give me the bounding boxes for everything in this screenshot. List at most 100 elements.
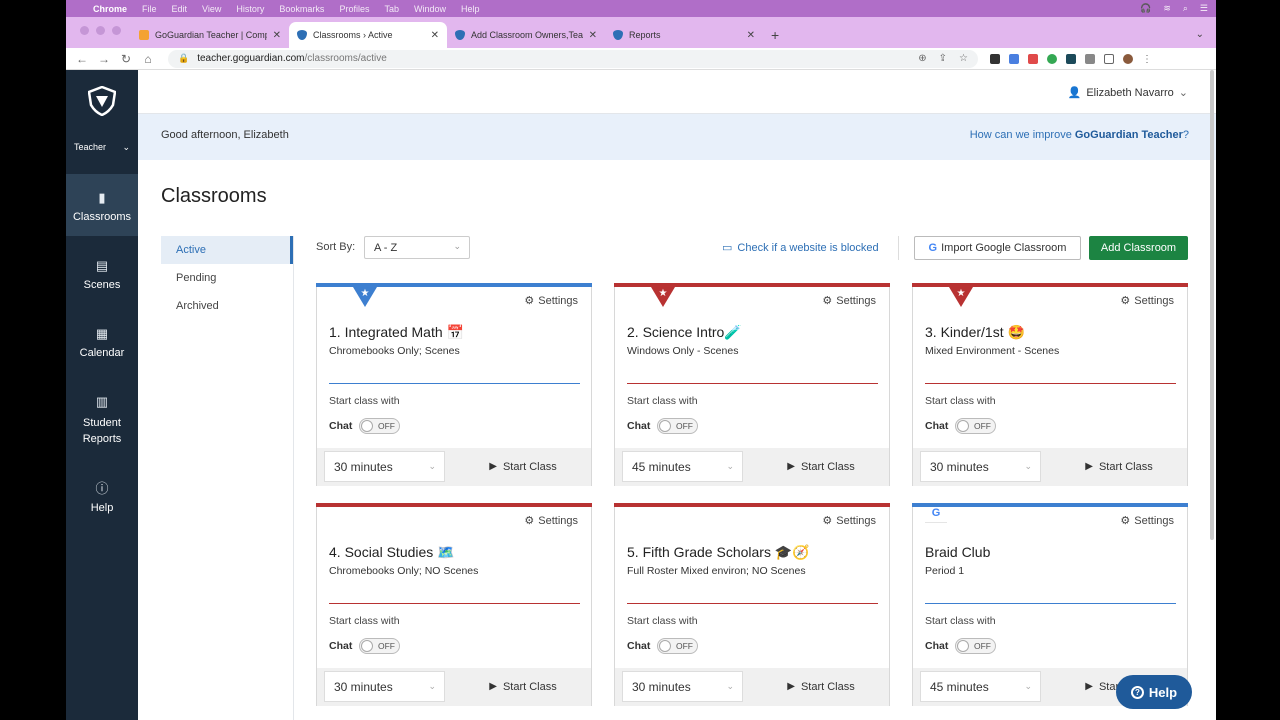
feedback-brand: GoGuardian Teacher [1074,129,1183,141]
add-classroom-button[interactable]: Add Classroom [1089,236,1188,260]
role-selector[interactable]: Teacher ⌄ [66,142,138,153]
tab-archived[interactable]: Archived [161,292,293,320]
sort-label: Sort By: [316,241,356,253]
favorite-star-icon[interactable]: ★ [651,287,675,307]
menu-bookmarks[interactable]: Bookmarks [279,4,324,14]
more-icon[interactable]: ⋮ [1142,54,1152,65]
extension-icon[interactable] [1028,53,1038,64]
close-tab-icon[interactable]: ✕ [273,30,281,41]
chat-toggle[interactable]: OFF [359,638,400,654]
menu-edit[interactable]: Edit [172,4,188,14]
zoom-window-button[interactable] [112,26,121,35]
url-input[interactable]: 🔒 teacher.goguardian.com/classrooms/acti… [168,49,978,68]
start-class-button[interactable]: ▶ Start Class [755,671,887,702]
bookmark-star-icon[interactable]: ☆ [959,53,968,64]
tab-active[interactable]: Active [161,236,293,264]
classroom-name[interactable]: 5. Fifth Grade Scholars 🎓🧭 [627,544,810,561]
settings-button[interactable]: ⚙ Settings [524,514,578,528]
duration-select[interactable]: 45 minutes ⌄ [622,451,743,482]
settings-button[interactable]: ⚙ Settings [822,514,876,528]
menu-help[interactable]: Help [461,4,480,14]
start-class-button[interactable]: ▶ Start Class [457,671,589,702]
extension-icon[interactable] [1009,53,1019,64]
chat-toggle[interactable]: OFF [359,418,400,434]
duration-select[interactable]: 30 minutes ⌄ [920,451,1041,482]
menu-profiles[interactable]: Profiles [339,4,369,14]
zoom-icon[interactable]: ⊕ [918,53,926,64]
menu-window[interactable]: Window [414,4,446,14]
duration-select[interactable]: 30 minutes ⌄ [324,671,445,702]
tab-search-chevron-icon[interactable]: ⌄ [1184,29,1216,48]
extension-icon[interactable] [990,53,1000,64]
close-tab-icon[interactable]: ✕ [747,30,755,41]
forward-icon[interactable]: → [98,52,110,66]
settings-button[interactable]: ⚙ Settings [1120,514,1174,528]
menu-chrome[interactable]: Chrome [93,4,127,14]
sort-select[interactable]: A - Z ⌄ [364,236,470,259]
favorite-star-icon[interactable]: ★ [353,287,377,307]
settings-button[interactable]: ⚙ Settings [1120,294,1174,308]
browser-tab[interactable]: Reports ✕ [605,22,763,48]
menu-tab[interactable]: Tab [384,4,399,14]
settings-button[interactable]: ⚙ Settings [822,294,876,308]
classroom-name[interactable]: 1. Integrated Math 📅 [329,324,464,341]
extension-icon[interactable] [1066,53,1076,64]
browser-tab-active[interactable]: Classrooms › Active ✕ [289,22,447,48]
user-menu[interactable]: 👤 Elizabeth Navarro ⌄ [1068,86,1188,100]
chat-toggle[interactable]: OFF [657,418,698,434]
minimize-window-button[interactable] [96,26,105,35]
new-tab-icon[interactable]: + [763,27,787,48]
puzzle-icon[interactable] [1085,53,1095,64]
browser-tab[interactable]: GoGuardian Teacher | Compre ✕ [131,22,289,48]
close-tab-icon[interactable]: ✕ [431,30,439,41]
sidebar-item-help[interactable]: ⓘ Help [66,478,138,514]
feedback-link[interactable]: How can we improve GoGuardian Teacher? [970,129,1189,141]
back-icon[interactable]: ← [76,52,88,66]
classroom-name[interactable]: 3. Kinder/1st 🤩 [925,324,1025,341]
start-class-button[interactable]: ▶ Start Class [1053,451,1185,482]
headphones-icon[interactable]: 🎧 [1140,3,1151,14]
extension-icon[interactable] [1047,53,1057,64]
menu-file[interactable]: File [142,4,157,14]
start-class-button[interactable]: ▶ Start Class [755,451,887,482]
chat-toggle[interactable]: OFF [657,638,698,654]
avatar[interactable] [1123,53,1133,64]
duration-select[interactable]: 30 minutes ⌄ [622,671,743,702]
lock-icon[interactable]: 🔒 [178,53,189,64]
scrollbar[interactable] [1210,70,1214,540]
check-website-link[interactable]: ▭ Check if a website is blocked [722,241,879,255]
calendar-icon: ▦ [95,326,109,341]
url-host: teacher.goguardian.com [197,53,305,64]
menu-history[interactable]: History [236,4,264,14]
share-icon[interactable]: ⇪ [939,53,947,64]
start-class-button[interactable]: ▶ Start Class [457,451,589,482]
duration-select[interactable]: 30 minutes ⌄ [324,451,445,482]
sidebar-item-classrooms[interactable]: ▮ Classrooms [66,174,138,236]
goguardian-logo[interactable] [88,86,116,116]
help-widget-button[interactable]: ? Help [1116,675,1192,709]
classroom-name[interactable]: 4. Social Studies 🗺️ [329,544,455,561]
settings-button[interactable]: ⚙ Settings [524,294,578,308]
browser-tab[interactable]: Add Classroom Owners,Teache ✕ [447,22,605,48]
chat-toggle[interactable]: OFF [955,638,996,654]
reload-icon[interactable]: ↻ [120,52,132,66]
close-tab-icon[interactable]: ✕ [589,30,597,41]
tab-pending[interactable]: Pending [161,264,293,292]
menu-view[interactable]: View [202,4,221,14]
duration-select[interactable]: 45 minutes ⌄ [920,671,1041,702]
chat-toggle[interactable]: OFF [955,418,996,434]
side-panel-icon[interactable] [1104,53,1114,64]
search-icon[interactable]: ⌕ [1183,3,1188,14]
control-center-icon[interactable]: ☰ [1200,3,1208,14]
sidebar-item-calendar[interactable]: ▦ Calendar [66,326,138,359]
wifi-icon[interactable]: ≋ [1163,3,1171,14]
chat-label: Chat [627,640,651,652]
home-icon[interactable]: ⌂ [142,52,154,66]
import-google-classroom-button[interactable]: G Import Google Classroom [914,236,1081,260]
close-window-button[interactable] [80,26,89,35]
sidebar-item-scenes[interactable]: ▤ Scenes [66,258,138,291]
classroom-name[interactable]: Braid Club [925,544,990,560]
sidebar-item-student-reports[interactable]: ▥ Student Reports [66,394,138,447]
classroom-name[interactable]: 2. Science Intro🧪 [627,324,742,341]
favorite-star-icon[interactable]: ★ [949,287,973,307]
